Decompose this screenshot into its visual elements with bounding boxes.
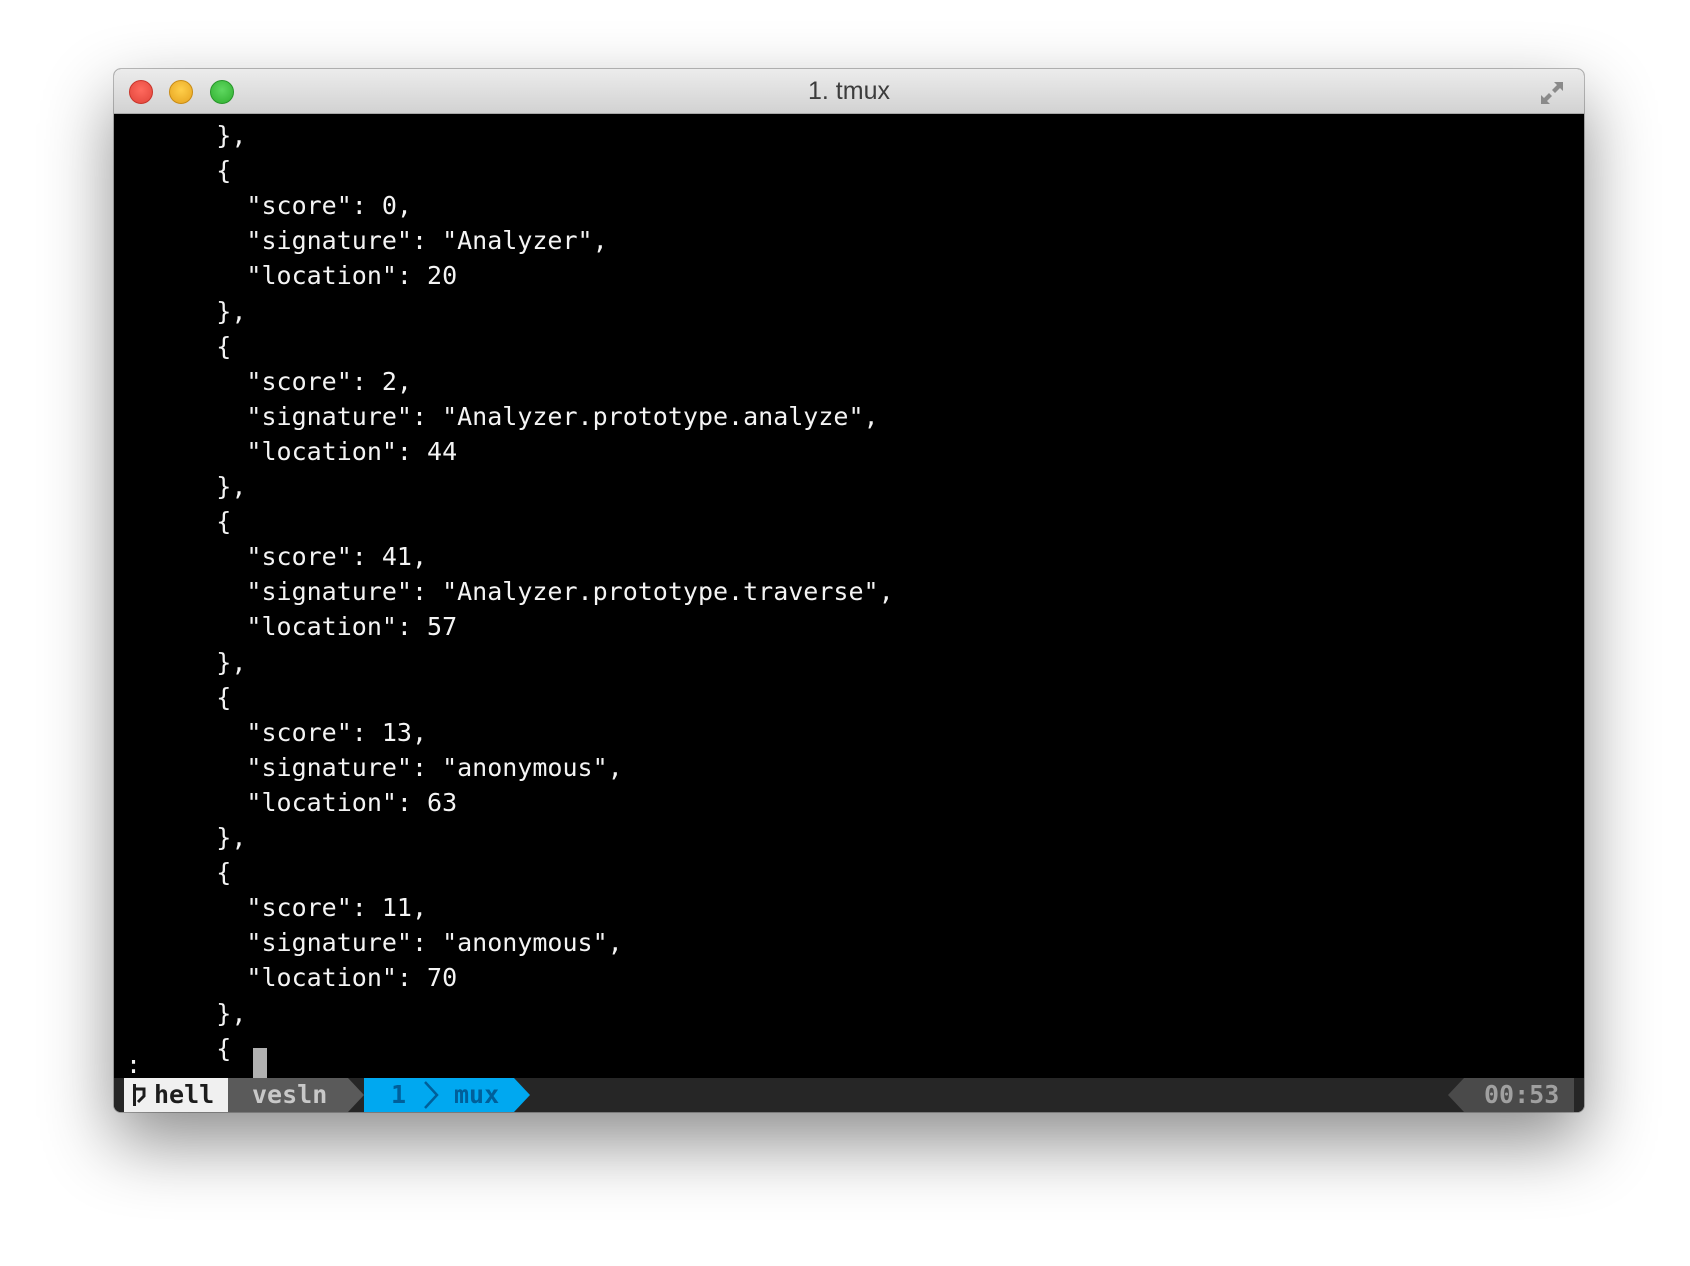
window-tab-active[interactable]: 1 mux: [364, 1078, 514, 1112]
chevron-right-icon: [424, 1081, 439, 1109]
branch-icon: [133, 1084, 146, 1106]
terminal-line: "score": 41,: [126, 542, 428, 572]
terminal-line: "score": 0,: [126, 191, 412, 221]
terminal-line: "location": 57: [126, 612, 458, 642]
terminal-line: "signature": "Analyzer.prototype.analyze…: [126, 401, 879, 431]
window-index: 1: [391, 1080, 407, 1109]
terminal-line: "location": 20: [126, 261, 458, 291]
tmux-status-bar: hell vesln 1 mux 00:53: [114, 1078, 1584, 1112]
chevron-left-icon: [1448, 1078, 1464, 1112]
terminal-line: {: [126, 682, 232, 712]
clock-time: 00:53: [1484, 1080, 1560, 1109]
terminal-line: "signature": "Analyzer",: [126, 226, 608, 256]
chevron-right-icon: [348, 1078, 364, 1112]
fullscreen-arrows-icon[interactable]: [1538, 79, 1566, 107]
terminal-line: "score": 13,: [126, 717, 428, 747]
terminal-line: "location": 44: [126, 436, 458, 466]
session-segment[interactable]: hell: [124, 1078, 228, 1112]
terminal-line: },: [126, 296, 247, 326]
terminal-window: 1. tmux }, { "score": 0, "signature": "A…: [114, 69, 1584, 1112]
host-name: vesln: [252, 1080, 328, 1109]
terminal-line: {: [126, 507, 232, 537]
terminal-line: {: [126, 331, 232, 361]
terminal-line: "score": 2,: [126, 366, 412, 396]
terminal-line: },: [126, 823, 247, 852]
window-name: mux: [454, 1080, 500, 1109]
window-title: 1. tmux: [808, 77, 890, 105]
terminal-line: "signature": "Analyzer.prototype.travers…: [126, 577, 894, 607]
terminal-content[interactable]: }, { "score": 0, "signature": "Analyzer"…: [114, 114, 1584, 1066]
chevron-right-icon: [514, 1078, 530, 1112]
terminal-line: {: [126, 156, 232, 186]
cursor: [253, 1048, 267, 1082]
terminal-line: {: [126, 858, 232, 888]
terminal-line: "location": 63: [126, 787, 458, 817]
terminal-line: {: [126, 1033, 232, 1063]
title-bar[interactable]: 1. tmux: [114, 69, 1584, 114]
terminal-line: },: [126, 998, 247, 1028]
session-name: hell: [154, 1080, 215, 1109]
clock-segment: 00:53: [1464, 1078, 1574, 1112]
command-prompt: :: [126, 1050, 142, 1079]
terminal-line: },: [126, 647, 247, 677]
terminal-line: "signature": "anonymous",: [126, 928, 623, 958]
host-segment: vesln: [228, 1078, 348, 1112]
terminal-line: "score": 11,: [126, 893, 428, 923]
terminal-line: "location": 70: [126, 963, 458, 993]
terminal-line: "signature": "anonymous",: [126, 752, 623, 782]
terminal-line: },: [126, 472, 247, 501]
terminal-line: },: [126, 121, 247, 150]
